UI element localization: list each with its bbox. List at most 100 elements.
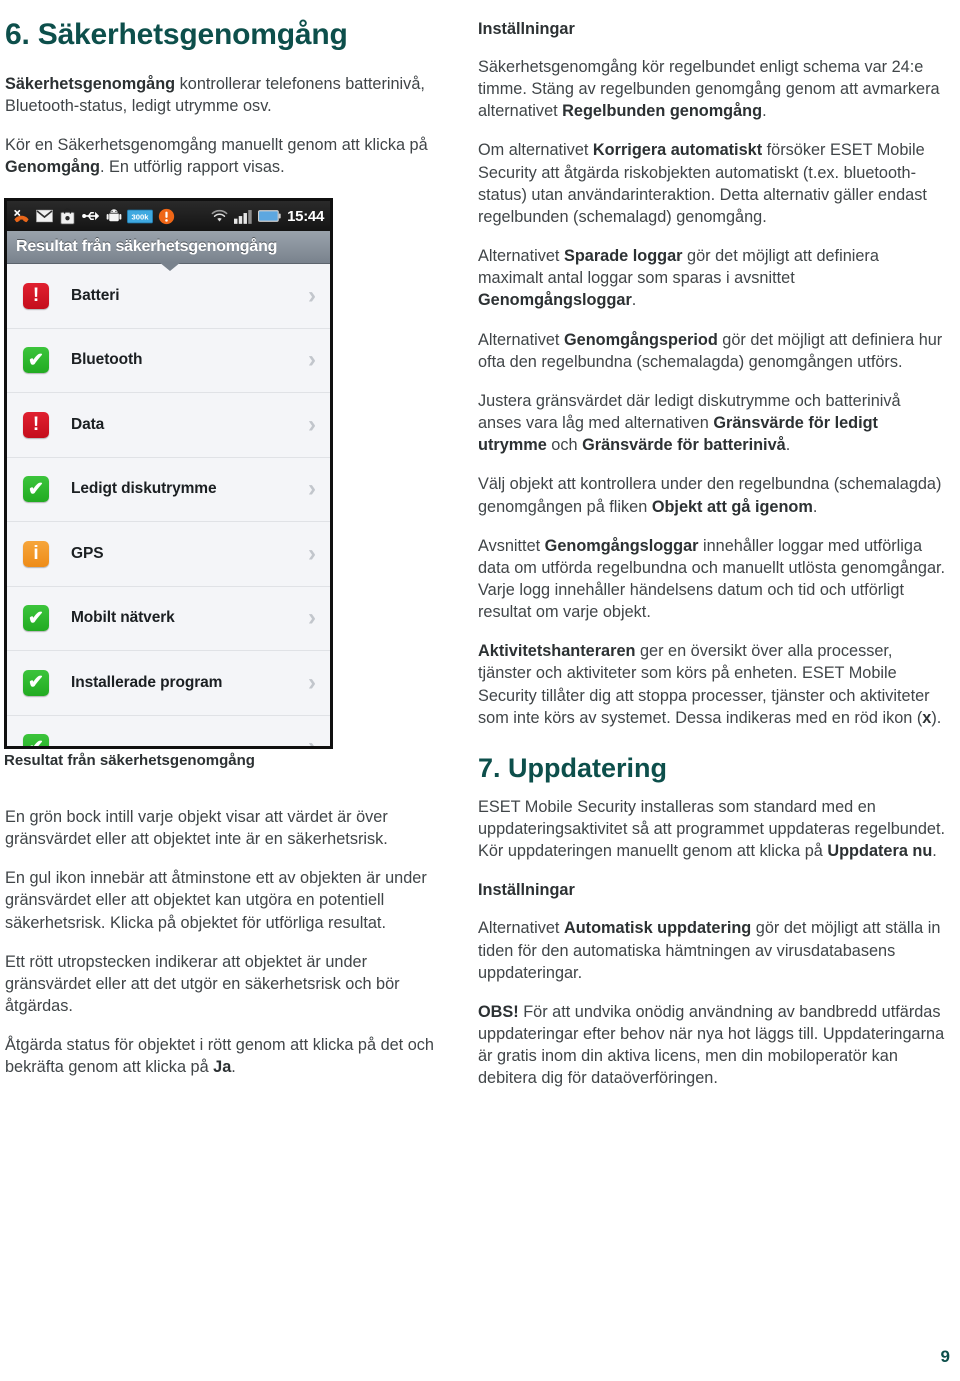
p8-bold-x: x <box>922 708 932 727</box>
note-paragraph: OBS! För att undvika onödig användning a… <box>478 1001 948 1090</box>
list-item-partial[interactable]: ✔ › <box>7 715 330 749</box>
p10-bold-term: Automatisk uppdatering <box>563 919 752 938</box>
chevron-right-icon: › <box>308 668 316 696</box>
p5-bold-term-2: Gränsvärde för batterinivå <box>582 436 786 455</box>
phone-title-text: Resultat från säkerhetsgenomgång <box>16 238 278 255</box>
auto-fix-paragraph: Om alternativet Korrigera automatiskt fö… <box>478 139 948 228</box>
usb-icon <box>81 207 100 226</box>
auto-update-paragraph: Alternativet Automatisk uppdatering gör … <box>478 917 948 983</box>
phone-title-bar: Resultat från säkerhetsgenomgång <box>7 231 330 271</box>
note-label: OBS! <box>478 1002 519 1021</box>
svg-text:300k: 300k <box>132 212 150 221</box>
p3-e: . <box>631 291 637 310</box>
status-info-icon: i <box>23 540 49 567</box>
p9-bold-term: Uppdatera nu <box>827 842 933 861</box>
list-item-label: Batteri <box>71 286 120 304</box>
chevron-right-icon: › <box>308 475 316 503</box>
p3-a: Alternativet <box>478 247 564 266</box>
status-ok-icon: ✔ <box>23 669 49 696</box>
scan-logs-paragraph: Avsnittet Genomgångsloggar innehåller lo… <box>478 535 948 624</box>
status-glyph: ✔ <box>28 607 44 629</box>
chevron-right-icon: › <box>308 346 316 374</box>
left-column-top: 6. Säkerhetsgenomgång Säkerhetsgenomgång… <box>5 18 455 195</box>
list-item-label: Data <box>71 415 105 433</box>
list-item[interactable]: ✔ Mobilt nätverk › <box>7 586 330 651</box>
list-item-label: Bluetooth <box>71 351 143 369</box>
list-item[interactable]: ! Data › <box>7 393 330 458</box>
threshold-paragraph: Justera gränsvärdet där ledigt diskutrym… <box>478 390 948 456</box>
status-glyph: ✔ <box>28 349 44 371</box>
saved-logs-paragraph: Alternativet Sparade loggar gör det möjl… <box>478 245 948 311</box>
scheduled-scan-paragraph: Säkerhetsgenomgång kör regelbundet enlig… <box>478 56 948 122</box>
p1-bold-term: Regelbunden genomgång <box>562 102 763 121</box>
p9-c: . <box>932 842 937 861</box>
p7-a: Avsnittet <box>478 536 545 555</box>
title-notch <box>159 262 181 271</box>
fix-bold-term: Ja <box>213 1058 232 1077</box>
p4-bold-term: Genomgångsperiod <box>563 330 718 349</box>
intro-2-bold-term: Genomgång <box>5 157 100 176</box>
gmail-icon <box>35 207 54 226</box>
page-number: 9 <box>940 1347 950 1366</box>
fix-status-paragraph: Åtgärda status för objektet i rött genom… <box>5 1034 455 1078</box>
android-robot-icon <box>104 207 123 226</box>
document-page: 6. Säkerhetsgenomgång Säkerhetsgenomgång… <box>0 0 960 1381</box>
chevron-right-icon: › <box>308 410 316 438</box>
intro-2-pre: Kör en Säkerhetsgenomgång manuellt genom… <box>5 135 428 154</box>
list-item-label: Ledigt diskutrymme <box>71 480 217 498</box>
list-item[interactable]: ✔ Bluetooth › <box>7 328 330 393</box>
yellow-icon-paragraph: En gul ikon innebär att åtminstone ett a… <box>5 869 427 932</box>
p10-a: Alternativet <box>478 919 564 938</box>
p3-bold-term-1: Sparade loggar <box>563 247 683 266</box>
status-glyph: ✔ <box>28 736 44 749</box>
settings-subheading-2: Inställningar <box>478 881 575 900</box>
task-manager-paragraph: Aktivitetshanteraren ger en översikt öve… <box>478 640 948 729</box>
chevron-right-icon: › <box>308 733 316 749</box>
list-item[interactable]: ✔ Ledigt diskutrymme › <box>7 457 330 522</box>
data-300k-badge-icon: 300k <box>127 207 153 226</box>
p6-c: . <box>812 497 818 516</box>
scan-period-paragraph: Alternativet Genomgångsperiod gör det mö… <box>478 329 948 373</box>
chevron-right-icon: › <box>308 281 316 309</box>
right-column: Inställningar Säkerhetsgenomgång kör reg… <box>478 0 948 1107</box>
list-item[interactable]: ✔ Installerade program › <box>7 651 330 716</box>
p5-c: och <box>546 436 583 455</box>
list-item[interactable]: i GPS › <box>7 522 330 587</box>
status-glyph: ! <box>32 285 40 307</box>
list-item-label: Installerade program <box>71 673 223 691</box>
p1-c: . <box>762 102 767 121</box>
warning-circle-icon <box>157 207 176 226</box>
settings-subheading-1: Inställningar <box>478 20 575 38</box>
phone-screenshot-figure: 300k 15:44 Resultat från säkerhetsgenomg… <box>4 198 333 749</box>
status-glyph: ✔ <box>28 478 44 500</box>
p2-bold-term: Korrigera automatiskt <box>592 141 763 160</box>
p11-b: För att undvika onödig användning av ban… <box>478 1002 945 1088</box>
list-item[interactable]: ! Batteri › <box>7 264 330 329</box>
status-glyph: ! <box>32 414 40 436</box>
market-bag-icon <box>58 207 77 226</box>
status-ok-icon: ✔ <box>23 347 49 374</box>
chevron-right-icon: › <box>308 539 316 567</box>
status-error-icon: ! <box>23 282 49 309</box>
battery-icon <box>257 207 281 226</box>
intro-1-bold-term: Säkerhetsgenomgång <box>5 74 176 93</box>
objects-to-scan-paragraph: Välj objekt att kontrollera under den re… <box>478 473 948 517</box>
android-status-bar: 300k 15:44 <box>7 201 330 231</box>
status-bar-clock: 15:44 <box>287 207 324 225</box>
wifi-icon <box>210 207 229 226</box>
left-column-bottom: En grön bock intill varje objekt visar a… <box>5 806 455 1096</box>
missed-call-icon <box>12 207 31 226</box>
green-check-paragraph: En grön bock intill varje objekt visar a… <box>5 808 388 849</box>
status-error-icon: ! <box>23 411 49 438</box>
p4-a: Alternativet <box>478 330 564 349</box>
security-audit-result-list: ! Batteri › ✔ Bluetooth › ! Data › ✔ Led… <box>7 264 330 749</box>
p5-e: . <box>785 436 791 455</box>
list-item-label: Mobilt nätverk <box>71 609 175 627</box>
red-exclamation-paragraph: Ett rött utropstecken indikerar att obje… <box>5 952 400 1016</box>
p7-bold-term: Genomgångsloggar <box>544 536 699 555</box>
intro-paragraph-1: Säkerhetsgenomgång kontrollerar telefone… <box>5 73 455 117</box>
status-ok-icon: ✔ <box>23 734 49 749</box>
status-glyph: i <box>33 543 39 565</box>
signal-bars-icon <box>233 207 253 226</box>
status-glyph: ✔ <box>28 672 44 694</box>
